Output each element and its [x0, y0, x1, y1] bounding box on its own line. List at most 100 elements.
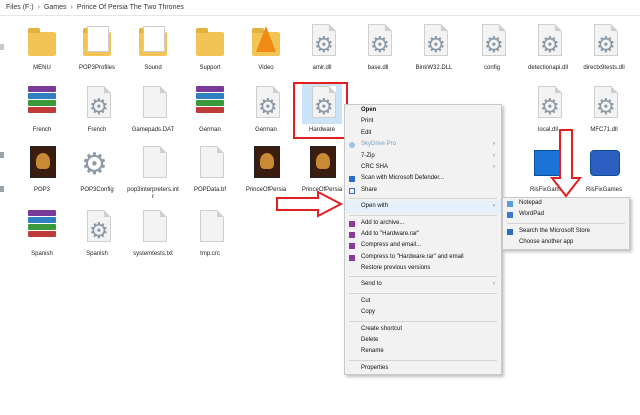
file-item-german-rar[interactable]: German	[184, 84, 236, 134]
scrolled-off-icon	[0, 186, 4, 192]
file-label: POPData.bf	[193, 187, 226, 193]
file-item-detectionapi-dll[interactable]: ⚙ detectionapi.dll	[522, 22, 574, 72]
breadcrumb-separator-icon: ›	[37, 4, 40, 11]
doc-icon	[190, 144, 230, 184]
winrar-icon	[349, 254, 355, 261]
gear-doc-icon: ⚙	[358, 22, 398, 62]
file-item-binkw32-dll[interactable]: ⚙ BinkW32.DLL	[408, 22, 460, 72]
menu-item-compress-hardware-email[interactable]: Compress to "Hardware.rar" and email	[345, 252, 501, 263]
gear-doc-icon: ⚙	[472, 22, 512, 62]
file-item-amir-dll[interactable]: ⚙ amir.dll	[296, 22, 348, 72]
file-item-tmp-crc[interactable]: tmp.crc	[184, 208, 236, 258]
file-label: systemtests.txt	[133, 251, 173, 257]
menu-separator	[507, 222, 625, 224]
file-item-german[interactable]: ⚙ German	[240, 84, 292, 134]
menu-item-copy[interactable]: Copy	[345, 307, 501, 318]
menu-item-print[interactable]: Print	[345, 116, 501, 127]
rar-icon	[190, 84, 230, 124]
file-label: Support	[199, 65, 221, 71]
scrolled-off-icon	[0, 44, 4, 50]
file-item-pop3[interactable]: POP3	[16, 144, 68, 194]
file-item-princeofpersia-2[interactable]: PrinceOfPersia	[296, 144, 348, 194]
menu-item-scan-defender[interactable]: Scan with Microsoft Defender...	[345, 173, 501, 184]
submenu-item-search-store[interactable]: Search the Microsoft Store	[503, 226, 629, 237]
submenu-item-choose-another-app[interactable]: Choose another app	[503, 237, 629, 248]
file-label: config	[483, 65, 500, 71]
open-with-submenu: Notepad WordPad Search the Microsoft Sto…	[502, 197, 630, 250]
menu-item-compress-email[interactable]: Compress and email...	[345, 240, 501, 251]
file-item-risfixgames[interactable]: RisFixGames	[522, 144, 574, 194]
file-item-base-dll[interactable]: ⚙ base.dll	[352, 22, 404, 72]
menu-separator	[349, 320, 497, 322]
menu-item-edit[interactable]: Edit	[345, 128, 501, 139]
file-item-french-rar[interactable]: French	[16, 84, 68, 134]
menu-item-share[interactable]: Share	[345, 185, 501, 196]
winrar-icon	[349, 220, 355, 227]
file-label: French	[87, 127, 107, 133]
menu-item-label: Compress and email...	[361, 242, 422, 249]
file-label: Spanish	[86, 251, 108, 257]
file-item-french[interactable]: ⚙ French	[71, 84, 123, 134]
menu-item-label: Send to	[361, 281, 382, 288]
file-label: Gamepads.DAT	[131, 127, 175, 133]
file-item-pop3config[interactable]: ⚙ POP3Config	[71, 144, 123, 194]
menu-item-skydrive-pro[interactable]: SkyDrive Pro ›	[345, 139, 501, 150]
menu-item-properties[interactable]: Properties	[345, 363, 501, 374]
file-label: Spanish	[31, 251, 53, 257]
menu-item-label: 7-Zip	[361, 152, 375, 159]
gear-doc-icon: ⚙	[584, 84, 624, 124]
file-item-pop3interpreters[interactable]: pop3interpreters.intr	[127, 144, 179, 201]
menu-item-delete[interactable]: Delete	[345, 335, 501, 346]
file-item-video[interactable]: Video	[240, 22, 292, 72]
breadcrumb-item-folder[interactable]: Prince Of Persia The Two Thrones	[77, 4, 184, 11]
menu-item-crc-sha[interactable]: CRC SHA ›	[345, 162, 501, 173]
menu-item-send-to[interactable]: Send to ›	[345, 279, 501, 290]
menu-item-open[interactable]: Open	[345, 105, 501, 116]
shield-icon	[349, 176, 355, 183]
scrolled-off-icon	[0, 152, 4, 158]
folder-doc-icon	[133, 22, 173, 62]
game-icon	[246, 144, 286, 184]
menu-item-label: Compress to "Hardware.rar" and email	[361, 253, 464, 260]
menu-item-restore-versions[interactable]: Restore previous versions	[345, 263, 501, 274]
file-item-gamepads-dat[interactable]: Gamepads.DAT	[127, 84, 179, 134]
rar-icon	[22, 208, 62, 248]
file-item-risfixgames-2[interactable]: RisFixGames	[578, 144, 630, 194]
file-item-sound[interactable]: Sound	[127, 22, 179, 72]
file-item-popdata-bf[interactable]: POPData.bf	[184, 144, 236, 194]
breadcrumb-item-games[interactable]: Games	[44, 4, 67, 11]
submenu-item-wordpad[interactable]: WordPad	[503, 209, 629, 220]
file-item-pop3profiles[interactable]: POP3Profiles	[71, 22, 123, 72]
file-item-config[interactable]: ⚙ config	[466, 22, 518, 72]
file-label: Sound	[144, 65, 162, 71]
submenu-item-label: Notepad	[519, 200, 542, 206]
file-item-directx9tests-dll[interactable]: ⚙ directx9tests.dll	[578, 22, 630, 72]
folder-icon	[190, 22, 230, 62]
menu-item-create-shortcut[interactable]: Create shortcut	[345, 324, 501, 335]
breadcrumb-item-drive[interactable]: Files (F:)	[6, 4, 34, 11]
doc-icon	[133, 144, 173, 184]
file-item-princeofpersia[interactable]: PrinceOfPersia	[240, 144, 292, 194]
file-item-menu[interactable]: MENU	[16, 22, 68, 72]
file-item-mfc71-dll[interactable]: ⚙ MFC71.dll	[578, 84, 630, 134]
file-item-systemtests-txt[interactable]: systemtests.txt	[127, 208, 179, 258]
file-label: tmp.crc	[200, 251, 220, 257]
submenu-item-notepad[interactable]: Notepad	[503, 198, 629, 209]
menu-item-add-to-hardware-rar[interactable]: Add to "Hardware.rar"	[345, 229, 501, 240]
doc-icon	[133, 84, 173, 124]
file-label: amir.dll	[312, 65, 332, 71]
menu-item-add-to-archive[interactable]: Add to archive...	[345, 218, 501, 229]
menu-item-open-with[interactable]: Open with ›	[345, 201, 501, 213]
file-item-spanish[interactable]: ⚙ Spanish	[71, 208, 123, 258]
menu-item-rename[interactable]: Rename	[345, 346, 501, 357]
file-item-local-dll[interactable]: ⚙ local.dll	[522, 84, 574, 134]
file-label: RisFixGames	[529, 187, 566, 193]
context-menu: Open Print Edit SkyDrive Pro › 7-Zip › CRC…	[344, 104, 502, 376]
game-icon	[22, 144, 62, 184]
menu-item-7zip[interactable]: 7-Zip ›	[345, 151, 501, 162]
file-item-spanish-rar[interactable]: Spanish	[16, 208, 68, 258]
chevron-right-icon: ›	[493, 152, 495, 159]
winrar-icon	[349, 243, 355, 250]
menu-item-cut[interactable]: Cut	[345, 296, 501, 307]
file-item-support[interactable]: Support	[184, 22, 236, 72]
